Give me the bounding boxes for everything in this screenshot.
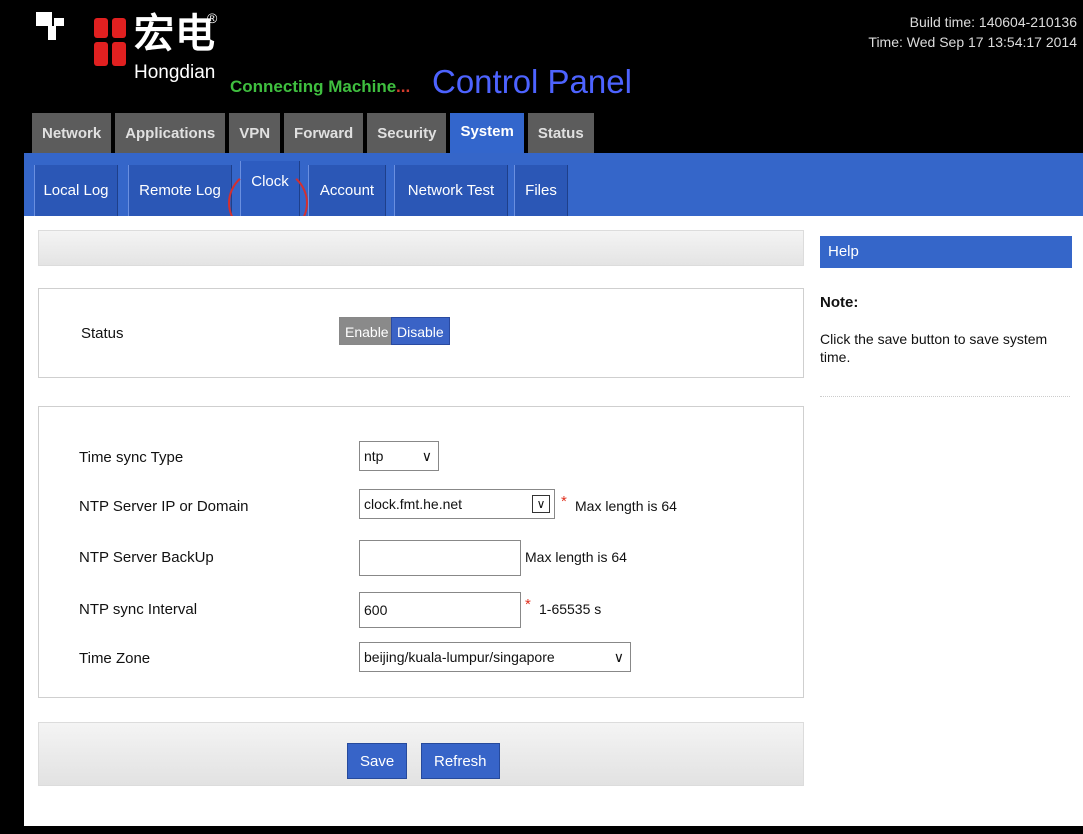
ntp-server-select[interactable]: clock.fmt.he.net ∨ <box>359 489 555 519</box>
help-note-text: Click the save button to save system tim… <box>820 331 1048 365</box>
tab-system[interactable]: System <box>450 113 524 155</box>
ntp-server-hint: Max length is 64 <box>575 498 677 514</box>
tab-status[interactable]: Status <box>527 113 594 155</box>
subtab-files[interactable]: Files <box>514 165 568 216</box>
refresh-button[interactable]: Refresh <box>421 743 500 779</box>
help-divider <box>820 396 1070 397</box>
ntp-interval-hint: 1-65535 s <box>539 601 602 617</box>
ntp-backup-label: NTP Server BackUp <box>79 549 214 566</box>
company-logo-icon <box>36 12 64 40</box>
current-time: Time: Wed Sep 17 13:54:17 2014 <box>868 34 1077 50</box>
page-title: Control Panel <box>432 63 632 100</box>
build-time: Build time: 140604-210136 <box>909 14 1077 30</box>
save-button[interactable]: Save <box>347 743 408 779</box>
sync-type-select[interactable]: ntp ∨ <box>359 441 439 471</box>
ntp-interval-label: NTP sync Interval <box>79 601 198 618</box>
enable-button[interactable]: Enable <box>339 317 395 345</box>
brand-tagline: Connecting Machine <box>230 77 397 96</box>
status-panel: Status Enable Disable <box>38 288 804 378</box>
sync-type-label: Time sync Type <box>79 449 184 466</box>
main-nav-tabs: Network Applications VPN Forward Securit… <box>32 113 594 155</box>
tagline-ellipsis: ... <box>396 77 411 96</box>
tab-applications[interactable]: Applications <box>115 113 226 155</box>
ntp-interval-input[interactable]: 600 <box>359 592 521 628</box>
clock-settings-panel: Time sync Type ntp ∨ NTP Server IP or Do… <box>38 406 804 698</box>
required-marker: * <box>525 596 531 613</box>
ntp-backup-input[interactable] <box>359 540 521 576</box>
time-zone-select[interactable]: beijing/kuala-lumpur/singapore ∨ <box>359 642 631 672</box>
time-zone-label: Time Zone <box>79 650 151 667</box>
disable-button[interactable]: Disable <box>391 317 450 345</box>
tab-security[interactable]: Security <box>367 113 447 155</box>
registered-mark: ® <box>207 10 218 26</box>
time-zone-value: beijing/kuala-lumpur/singapore <box>364 649 555 665</box>
help-note-heading: Note: <box>820 294 859 311</box>
sync-type-value: ntp <box>364 448 384 464</box>
required-marker: * <box>561 493 567 510</box>
ntp-server-value: clock.fmt.he.net <box>364 496 463 512</box>
ntp-backup-hint: Max length is 64 <box>525 549 627 565</box>
tab-vpn[interactable]: VPN <box>229 113 281 155</box>
chevron-down-icon: ∨ <box>421 448 432 464</box>
tab-forward[interactable]: Forward <box>284 113 364 155</box>
action-bar: Save Refresh <box>38 722 804 786</box>
brand-chinese-name: 宏电 <box>134 11 216 57</box>
subtab-remote-log[interactable]: Remote Log <box>128 165 232 216</box>
subtab-account[interactable]: Account <box>308 165 386 216</box>
app-header: 宏电 ® Hongdian Connecting Machine ... Con… <box>0 0 1083 120</box>
brand-english-name: Hongdian <box>134 62 216 83</box>
ntp-server-label: NTP Server IP or Domain <box>79 498 249 515</box>
tab-network[interactable]: Network <box>32 113 112 155</box>
main-content: Status Enable Disable Time sync Type ntp… <box>24 216 1083 826</box>
chevron-down-icon: ∨ <box>532 495 550 513</box>
hongdian-logo-icon <box>94 18 126 66</box>
status-label: Status <box>81 325 124 342</box>
section-header-bar <box>38 230 804 266</box>
help-header: Help <box>820 236 1072 268</box>
subtab-local-log[interactable]: Local Log <box>34 165 118 216</box>
sub-nav-bar: Local Log Remote Log Clock Account Netwo… <box>24 153 1083 216</box>
chevron-down-icon: ∨ <box>613 649 624 665</box>
subtab-network-test[interactable]: Network Test <box>394 165 508 216</box>
